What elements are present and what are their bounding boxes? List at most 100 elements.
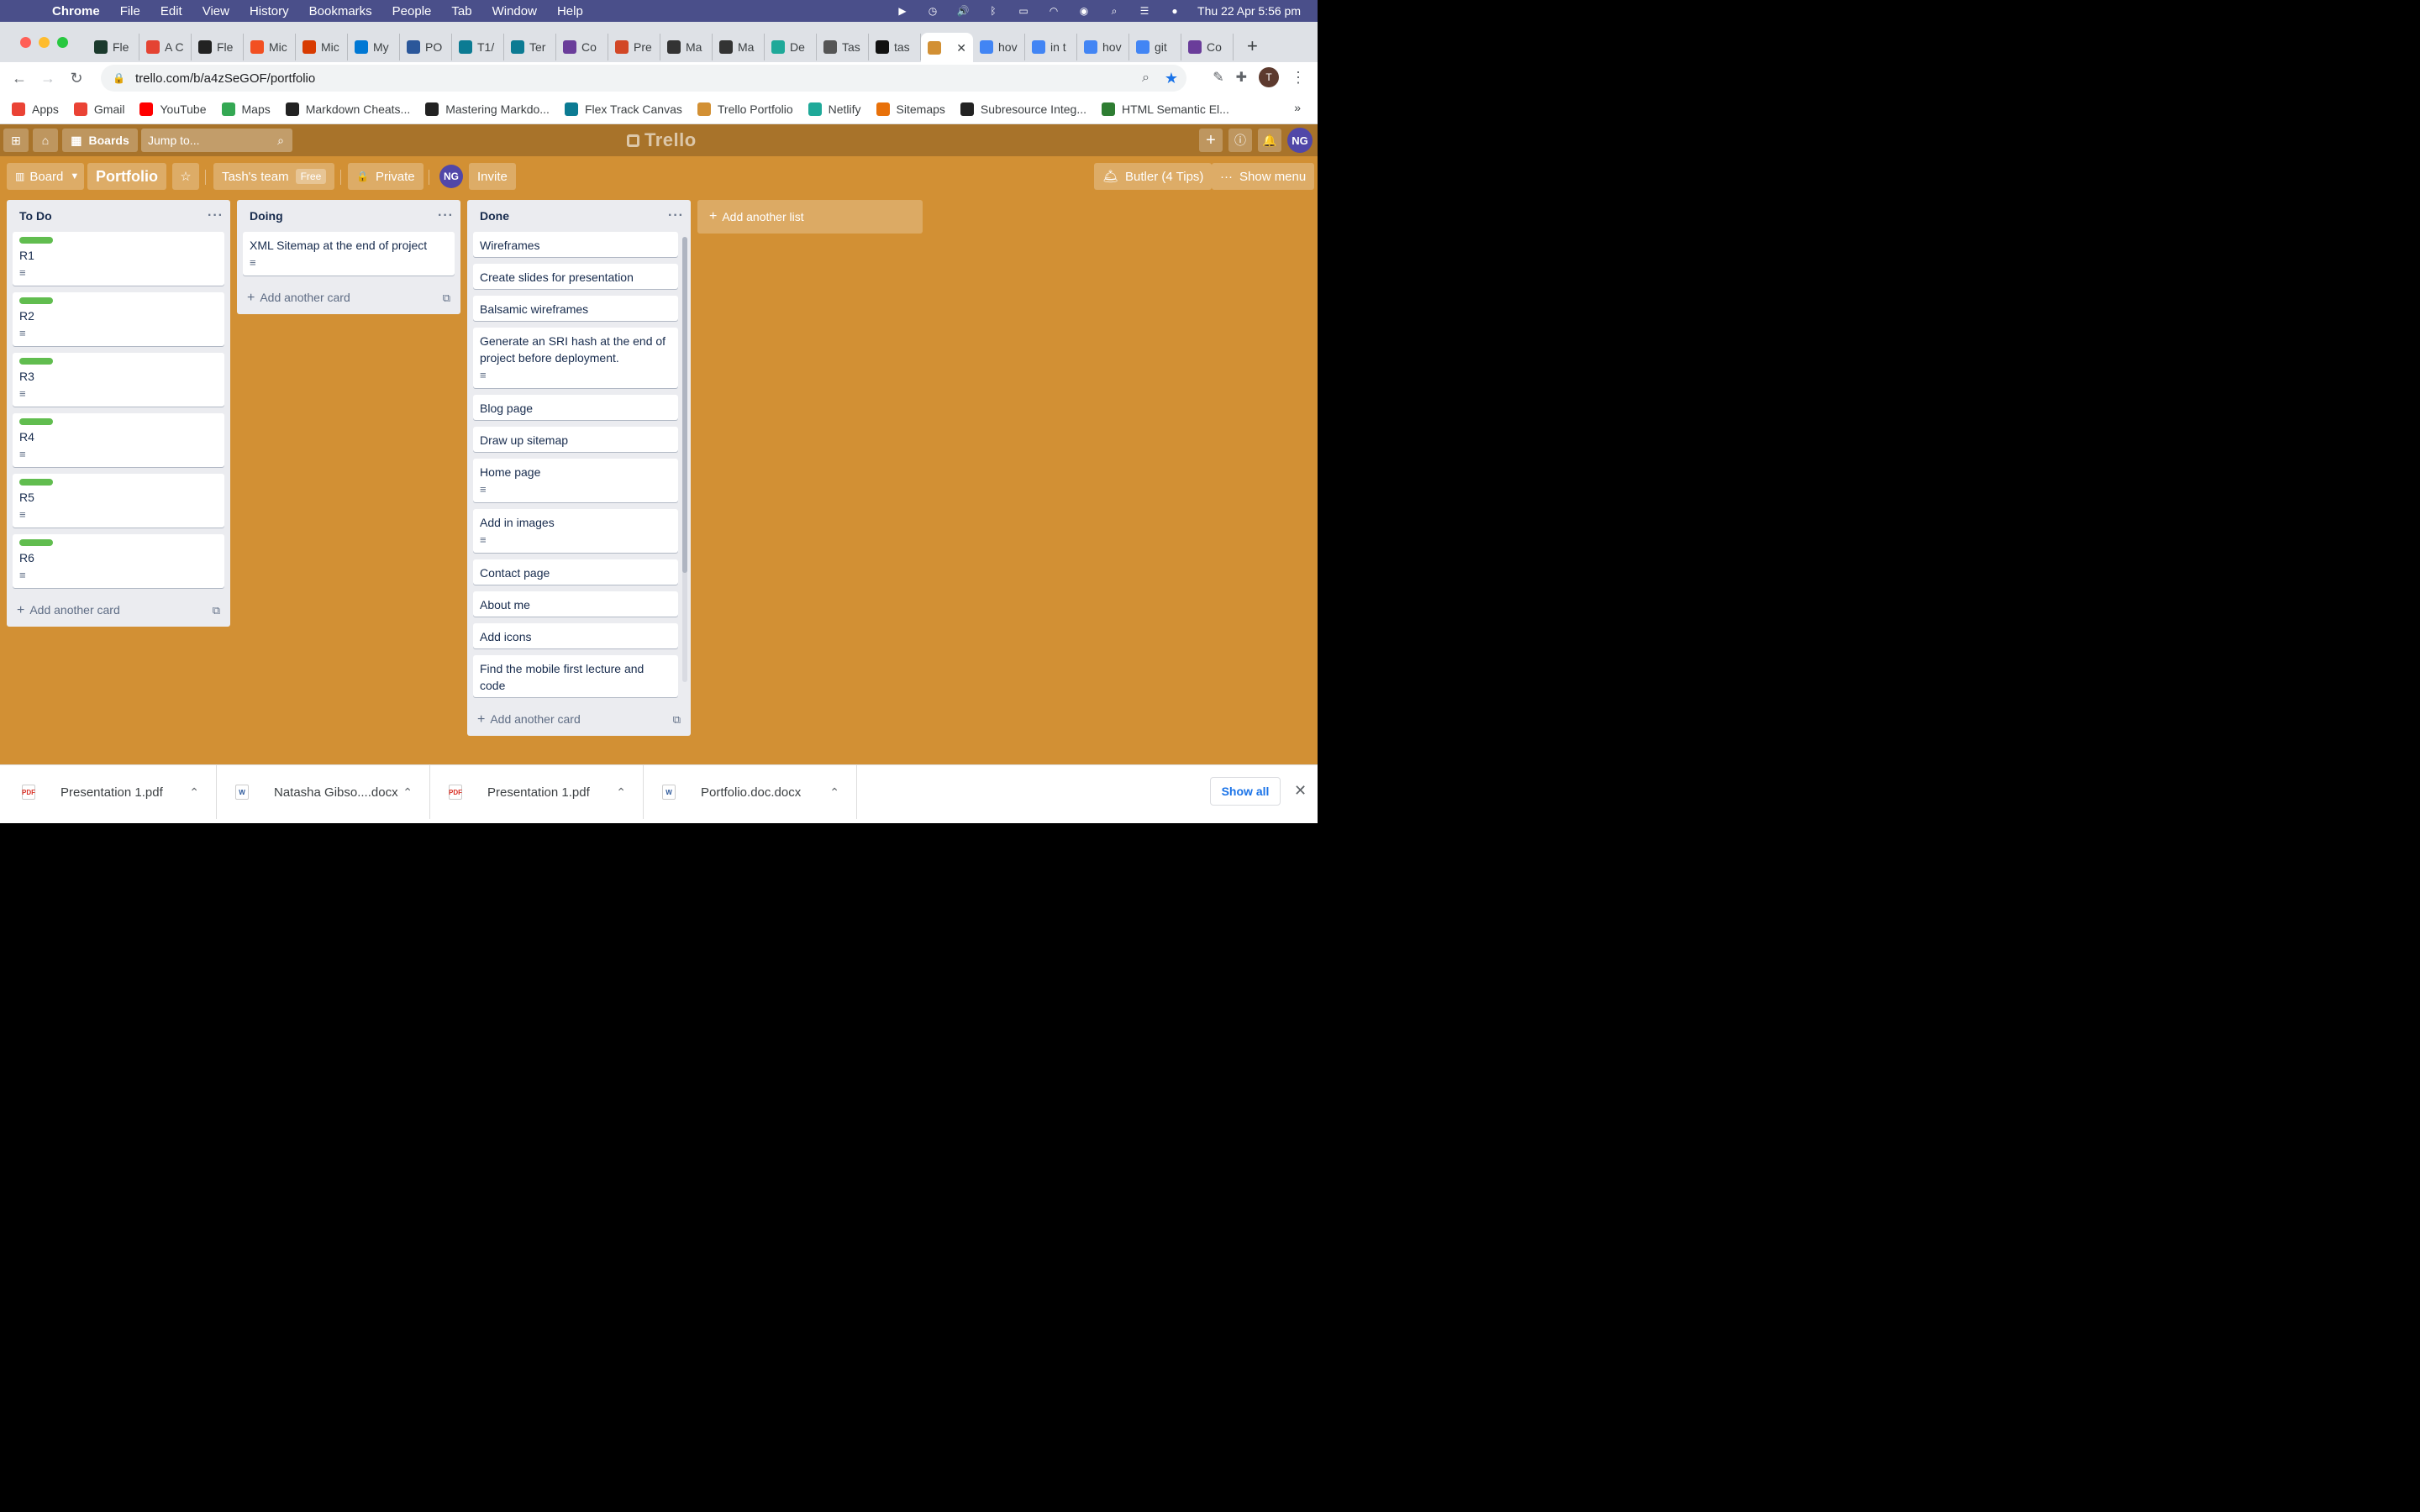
battery-icon[interactable]: ▭ xyxy=(1016,5,1031,17)
list-title[interactable]: Done xyxy=(480,209,509,223)
search-icon[interactable]: ⌕ xyxy=(277,134,284,148)
play-icon[interactable]: ▶ xyxy=(895,5,910,17)
extension-pen-icon[interactable]: ✎ xyxy=(1213,69,1223,86)
list-menu-icon[interactable]: ··· xyxy=(208,208,224,223)
green-label[interactable] xyxy=(19,418,53,425)
browser-tab[interactable]: Fle xyxy=(192,34,244,60)
clock[interactable]: Thu 22 Apr 5:56 pm xyxy=(1197,4,1301,18)
browser-tab[interactable]: De xyxy=(765,34,817,60)
card[interactable]: Wireframes xyxy=(473,232,678,257)
menu-file[interactable]: File xyxy=(110,4,150,18)
card[interactable]: Draw up sitemap xyxy=(473,427,678,452)
team-button[interactable]: Tash's team Free xyxy=(213,163,335,190)
bookmark-item[interactable]: Netlify xyxy=(808,102,861,116)
board-member-avatar[interactable]: NG xyxy=(439,165,463,188)
menu-bookmarks[interactable]: Bookmarks xyxy=(299,4,382,18)
list-menu-icon[interactable]: ··· xyxy=(438,208,454,223)
user-icon[interactable]: ◉ xyxy=(1076,5,1092,17)
list-menu-icon[interactable]: ··· xyxy=(668,208,684,223)
browser-tab[interactable]: Mic xyxy=(296,34,348,60)
zoom-icon[interactable]: ⌕ xyxy=(1142,71,1150,86)
bookmark-item[interactable]: Sitemaps xyxy=(876,102,945,116)
add-another-card-button[interactable]: + Add another card ⧉ xyxy=(237,282,460,314)
card[interactable]: R5 ≡ xyxy=(13,474,224,528)
card[interactable]: Add icons xyxy=(473,623,678,648)
card[interactable]: Contact page xyxy=(473,559,678,585)
card[interactable]: Create slides for presentation xyxy=(473,264,678,289)
browser-tab[interactable]: T1/ xyxy=(452,34,504,60)
chrome-menu-icon[interactable]: ⋮ xyxy=(1291,69,1306,87)
download-item[interactable]: W Natasha Gibso....docx ⌃ xyxy=(217,765,430,819)
download-item[interactable]: PDF Presentation 1.pdf ⌃ xyxy=(3,765,217,819)
menu-history[interactable]: History xyxy=(239,4,299,18)
bookmark-item[interactable]: Markdown Cheats... xyxy=(285,102,410,116)
chevron-up-icon[interactable]: ⌃ xyxy=(189,785,199,800)
list-header[interactable]: To Do ··· xyxy=(7,200,230,232)
bookmark-item[interactable]: Maps xyxy=(221,102,271,116)
card[interactable]: Balsamic wireframes xyxy=(473,296,678,321)
menu-tab[interactable]: Tab xyxy=(441,4,481,18)
bookmark-item[interactable]: Mastering Markdo... xyxy=(425,102,550,116)
trello-logo[interactable]: Trello xyxy=(627,129,697,151)
browser-tab[interactable]: Tas xyxy=(817,34,869,60)
notifications-bell-icon[interactable]: 🔔 xyxy=(1258,129,1281,152)
green-label[interactable] xyxy=(19,297,53,304)
bookmark-item[interactable]: Gmail xyxy=(73,102,124,116)
spotlight-search-icon[interactable]: ⌕ xyxy=(1107,5,1122,17)
green-label[interactable] xyxy=(19,539,53,546)
card-template-icon[interactable]: ⧉ xyxy=(213,604,220,617)
board-title[interactable]: Portfolio xyxy=(87,163,166,190)
close-icon[interactable]: ✕ xyxy=(1294,782,1307,800)
menu-edit[interactable]: Edit xyxy=(150,4,192,18)
show-menu-button[interactable]: ··· Show menu xyxy=(1212,163,1315,190)
menu-view[interactable]: View xyxy=(192,4,239,18)
visibility-button[interactable]: 🔒 Private xyxy=(348,163,424,190)
add-another-list-button[interactable]: + Add another list xyxy=(697,200,923,234)
reload-icon[interactable]: ↻ xyxy=(62,70,91,87)
bookmark-item[interactable]: Subresource Integ... xyxy=(960,102,1086,116)
browser-tab[interactable]: Ma xyxy=(660,34,713,60)
home-icon[interactable]: ⌂ xyxy=(33,129,58,152)
profile-avatar[interactable]: T xyxy=(1259,67,1279,87)
show-all-downloads-button[interactable]: Show all xyxy=(1210,777,1281,806)
card[interactable]: XML Sitemap at the end of project ≡ xyxy=(243,232,455,276)
back-arrow-icon[interactable]: ← xyxy=(5,70,34,87)
address-bar[interactable]: 🔒 trello.com/b/a4zSeGOF/portfolio ⌕ ★ xyxy=(101,65,1186,92)
boards-button[interactable]: ▦ Boards xyxy=(62,129,138,152)
download-item[interactable]: W Portfolio.doc.docx ⌃ xyxy=(644,765,857,819)
forward-arrow-icon[interactable]: → xyxy=(34,70,62,87)
chevron-up-icon[interactable]: ⌃ xyxy=(402,785,413,800)
list-header[interactable]: Doing ··· xyxy=(237,200,460,232)
bookmark-item[interactable]: YouTube xyxy=(139,102,207,116)
download-item[interactable]: PDF Presentation 1.pdf ⌃ xyxy=(430,765,644,819)
new-tab-button[interactable]: + xyxy=(1247,35,1258,57)
menu-app-chrome[interactable]: Chrome xyxy=(45,4,110,18)
browser-tab[interactable]: PO xyxy=(400,34,452,60)
list-scrollbar[interactable] xyxy=(682,237,687,682)
create-plus-icon[interactable]: + xyxy=(1199,129,1223,152)
chevron-up-icon[interactable]: ⌃ xyxy=(829,785,839,800)
browser-tab[interactable]: Co xyxy=(556,34,608,60)
menu-window[interactable]: Window xyxy=(482,4,547,18)
wifi-icon[interactable]: ◠ xyxy=(1046,5,1061,17)
browser-tab[interactable]: A C xyxy=(139,34,192,60)
list-title[interactable]: Doing xyxy=(250,209,283,223)
butler-button[interactable]: 🛎 Butler (4 Tips) xyxy=(1094,163,1213,190)
star-board-icon[interactable]: ☆ xyxy=(172,163,199,190)
volume-icon[interactable]: 🔊 xyxy=(955,5,971,17)
bookmark-item[interactable]: Flex Track Canvas xyxy=(564,102,682,116)
list-header[interactable]: Done ··· xyxy=(467,200,691,232)
browser-tab[interactable]: hov xyxy=(1077,34,1129,60)
browser-tab[interactable]: ✕ xyxy=(921,33,973,63)
card[interactable]: Find the mobile first lecture and code xyxy=(473,655,678,697)
menu-people[interactable]: People xyxy=(382,4,442,18)
list-title[interactable]: To Do xyxy=(19,209,52,223)
browser-tab[interactable]: hov xyxy=(973,34,1025,60)
browser-tab[interactable]: Ma xyxy=(713,34,765,60)
card[interactable]: R2 ≡ xyxy=(13,292,224,346)
member-avatar[interactable]: NG xyxy=(1287,128,1313,153)
board-view-switcher[interactable]: ▥ Board ▼ xyxy=(7,163,84,190)
card[interactable]: Generate an SRI hash at the end of proje… xyxy=(473,328,678,388)
menu-help[interactable]: Help xyxy=(547,4,593,18)
card[interactable]: R3 ≡ xyxy=(13,353,224,407)
